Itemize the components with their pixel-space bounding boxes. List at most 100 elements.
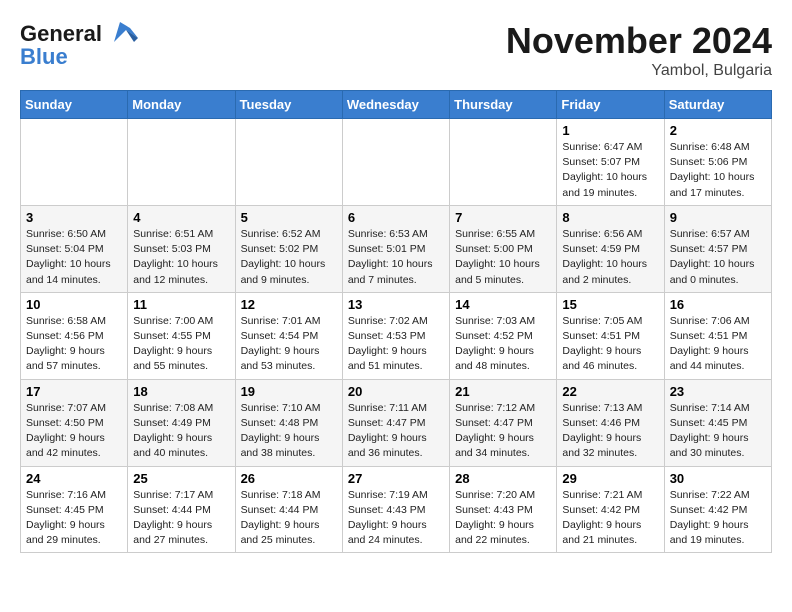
day-number: 12 bbox=[241, 297, 337, 312]
calendar-cell: 10 Sunrise: 6:58 AM Sunset: 4:56 PM Dayli… bbox=[21, 292, 128, 379]
day-info: Sunrise: 7:16 AM Sunset: 4:45 PM Dayligh… bbox=[26, 488, 122, 549]
day-info: Sunrise: 7:13 AM Sunset: 4:46 PM Dayligh… bbox=[562, 401, 658, 462]
weekday-header-cell: Tuesday bbox=[235, 91, 342, 119]
day-info: Sunrise: 7:02 AM Sunset: 4:53 PM Dayligh… bbox=[348, 314, 444, 375]
calendar-cell: 25Sunrise: 7:17 AM Sunset: 4:44 PM Dayli… bbox=[128, 466, 235, 553]
weekday-header-cell: Saturday bbox=[664, 91, 771, 119]
day-number: 24 bbox=[26, 471, 122, 486]
page-header: General Blue November 2024 Yambol, Bulga… bbox=[20, 20, 772, 80]
day-number: 26 bbox=[241, 471, 337, 486]
day-info: Sunrise: 6:55 AM Sunset: 5:00 PM Dayligh… bbox=[455, 227, 551, 288]
day-info: Sunrise: 6:57 AM Sunset: 4:57 PM Dayligh… bbox=[670, 227, 766, 288]
calendar-cell: 8 Sunrise: 6:56 AM Sunset: 4:59 PM Daylig… bbox=[557, 205, 664, 292]
day-number: 17 bbox=[26, 384, 122, 399]
calendar-cell: 9Sunrise: 6:57 AM Sunset: 4:57 PM Daylig… bbox=[664, 205, 771, 292]
calendar-week-row: 17 Sunrise: 7:07 AM Sunset: 4:50 PM Dayli… bbox=[21, 379, 772, 466]
weekday-header-cell: Wednesday bbox=[342, 91, 449, 119]
day-number: 29 bbox=[562, 471, 658, 486]
calendar-cell bbox=[21, 119, 128, 206]
day-info: Sunrise: 6:52 AM Sunset: 5:02 PM Dayligh… bbox=[241, 227, 337, 288]
calendar-cell: 22 Sunrise: 7:13 AM Sunset: 4:46 PM Dayli… bbox=[557, 379, 664, 466]
calendar-cell bbox=[235, 119, 342, 206]
day-number: 1 bbox=[562, 123, 658, 138]
day-number: 8 bbox=[562, 210, 658, 225]
day-info: Sunrise: 7:01 AM Sunset: 4:54 PM Dayligh… bbox=[241, 314, 337, 375]
day-number: 22 bbox=[562, 384, 658, 399]
day-number: 7 bbox=[455, 210, 551, 225]
day-info: Sunrise: 6:56 AM Sunset: 4:59 PM Dayligh… bbox=[562, 227, 658, 288]
day-info: Sunrise: 7:17 AM Sunset: 4:44 PM Dayligh… bbox=[133, 488, 229, 549]
calendar-table: SundayMondayTuesdayWednesdayThursdayFrid… bbox=[20, 90, 772, 553]
day-info: Sunrise: 7:07 AM Sunset: 4:50 PM Dayligh… bbox=[26, 401, 122, 462]
day-number: 13 bbox=[348, 297, 444, 312]
calendar-cell: 17 Sunrise: 7:07 AM Sunset: 4:50 PM Dayli… bbox=[21, 379, 128, 466]
day-info: Sunrise: 7:20 AM Sunset: 4:43 PM Dayligh… bbox=[455, 488, 551, 549]
day-number: 14 bbox=[455, 297, 551, 312]
day-info: Sunrise: 6:47 AM Sunset: 5:07 PM Dayligh… bbox=[562, 140, 658, 201]
calendar-cell: 28 Sunrise: 7:20 AM Sunset: 4:43 PM Dayli… bbox=[450, 466, 557, 553]
calendar-cell: 6 Sunrise: 6:53 AM Sunset: 5:01 PM Daylig… bbox=[342, 205, 449, 292]
calendar-week-row: 1 Sunrise: 6:47 AM Sunset: 5:07 PM Daylig… bbox=[21, 119, 772, 206]
day-info: Sunrise: 6:53 AM Sunset: 5:01 PM Dayligh… bbox=[348, 227, 444, 288]
weekday-header-cell: Sunday bbox=[21, 91, 128, 119]
day-info: Sunrise: 7:21 AM Sunset: 4:42 PM Dayligh… bbox=[562, 488, 658, 549]
day-number: 10 bbox=[26, 297, 122, 312]
calendar-week-row: 10 Sunrise: 6:58 AM Sunset: 4:56 PM Dayli… bbox=[21, 292, 772, 379]
weekday-header-row: SundayMondayTuesdayWednesdayThursdayFrid… bbox=[21, 91, 772, 119]
day-number: 20 bbox=[348, 384, 444, 399]
day-info: Sunrise: 7:10 AM Sunset: 4:48 PM Dayligh… bbox=[241, 401, 337, 462]
calendar-body: 1 Sunrise: 6:47 AM Sunset: 5:07 PM Daylig… bbox=[21, 119, 772, 553]
day-info: Sunrise: 7:11 AM Sunset: 4:47 PM Dayligh… bbox=[348, 401, 444, 462]
day-number: 18 bbox=[133, 384, 229, 399]
day-number: 27 bbox=[348, 471, 444, 486]
day-info: Sunrise: 7:12 AM Sunset: 4:47 PM Dayligh… bbox=[455, 401, 551, 462]
day-info: Sunrise: 7:19 AM Sunset: 4:43 PM Dayligh… bbox=[348, 488, 444, 549]
calendar-cell: 14 Sunrise: 7:03 AM Sunset: 4:52 PM Dayli… bbox=[450, 292, 557, 379]
calendar-cell: 27 Sunrise: 7:19 AM Sunset: 4:43 PM Dayli… bbox=[342, 466, 449, 553]
day-info: Sunrise: 6:58 AM Sunset: 4:56 PM Dayligh… bbox=[26, 314, 122, 375]
calendar-cell: 2Sunrise: 6:48 AM Sunset: 5:06 PM Daylig… bbox=[664, 119, 771, 206]
day-number: 28 bbox=[455, 471, 551, 486]
calendar-cell bbox=[342, 119, 449, 206]
logo-general: General bbox=[20, 21, 102, 46]
calendar-cell: 24 Sunrise: 7:16 AM Sunset: 4:45 PM Dayli… bbox=[21, 466, 128, 553]
day-info: Sunrise: 7:03 AM Sunset: 4:52 PM Dayligh… bbox=[455, 314, 551, 375]
calendar-week-row: 3 Sunrise: 6:50 AM Sunset: 5:04 PM Daylig… bbox=[21, 205, 772, 292]
month-title: November 2024 bbox=[506, 20, 772, 62]
logo: General Blue bbox=[20, 20, 138, 70]
logo-bird-icon bbox=[106, 20, 138, 48]
day-number: 19 bbox=[241, 384, 337, 399]
day-info: Sunrise: 6:50 AM Sunset: 5:04 PM Dayligh… bbox=[26, 227, 122, 288]
calendar-cell: 15Sunrise: 7:05 AM Sunset: 4:51 PM Dayli… bbox=[557, 292, 664, 379]
day-number: 3 bbox=[26, 210, 122, 225]
calendar-cell: 13 Sunrise: 7:02 AM Sunset: 4:53 PM Dayli… bbox=[342, 292, 449, 379]
calendar-cell: 19 Sunrise: 7:10 AM Sunset: 4:48 PM Dayli… bbox=[235, 379, 342, 466]
day-info: Sunrise: 7:06 AM Sunset: 4:51 PM Dayligh… bbox=[670, 314, 766, 375]
day-info: Sunrise: 7:22 AM Sunset: 4:42 PM Dayligh… bbox=[670, 488, 766, 549]
weekday-header-cell: Friday bbox=[557, 91, 664, 119]
calendar-cell: 7 Sunrise: 6:55 AM Sunset: 5:00 PM Daylig… bbox=[450, 205, 557, 292]
day-number: 11 bbox=[133, 297, 229, 312]
calendar-cell: 29 Sunrise: 7:21 AM Sunset: 4:42 PM Dayli… bbox=[557, 466, 664, 553]
calendar-cell: 18Sunrise: 7:08 AM Sunset: 4:49 PM Dayli… bbox=[128, 379, 235, 466]
calendar-cell: 26 Sunrise: 7:18 AM Sunset: 4:44 PM Dayli… bbox=[235, 466, 342, 553]
day-number: 16 bbox=[670, 297, 766, 312]
weekday-header-cell: Monday bbox=[128, 91, 235, 119]
day-info: Sunrise: 6:51 AM Sunset: 5:03 PM Dayligh… bbox=[133, 227, 229, 288]
calendar-cell: 11Sunrise: 7:00 AM Sunset: 4:55 PM Dayli… bbox=[128, 292, 235, 379]
day-info: Sunrise: 7:14 AM Sunset: 4:45 PM Dayligh… bbox=[670, 401, 766, 462]
calendar-cell: 23 Sunrise: 7:14 AM Sunset: 4:45 PM Dayli… bbox=[664, 379, 771, 466]
location: Yambol, Bulgaria bbox=[506, 62, 772, 80]
calendar-cell: 21Sunrise: 7:12 AM Sunset: 4:47 PM Dayli… bbox=[450, 379, 557, 466]
day-number: 15 bbox=[562, 297, 658, 312]
day-number: 6 bbox=[348, 210, 444, 225]
logo-blue: Blue bbox=[20, 44, 68, 70]
calendar-cell: 20 Sunrise: 7:11 AM Sunset: 4:47 PM Dayli… bbox=[342, 379, 449, 466]
day-number: 5 bbox=[241, 210, 337, 225]
calendar-cell: 3 Sunrise: 6:50 AM Sunset: 5:04 PM Daylig… bbox=[21, 205, 128, 292]
day-info: Sunrise: 7:18 AM Sunset: 4:44 PM Dayligh… bbox=[241, 488, 337, 549]
calendar-cell bbox=[450, 119, 557, 206]
day-number: 23 bbox=[670, 384, 766, 399]
day-number: 30 bbox=[670, 471, 766, 486]
calendar-cell: 16 Sunrise: 7:06 AM Sunset: 4:51 PM Dayli… bbox=[664, 292, 771, 379]
